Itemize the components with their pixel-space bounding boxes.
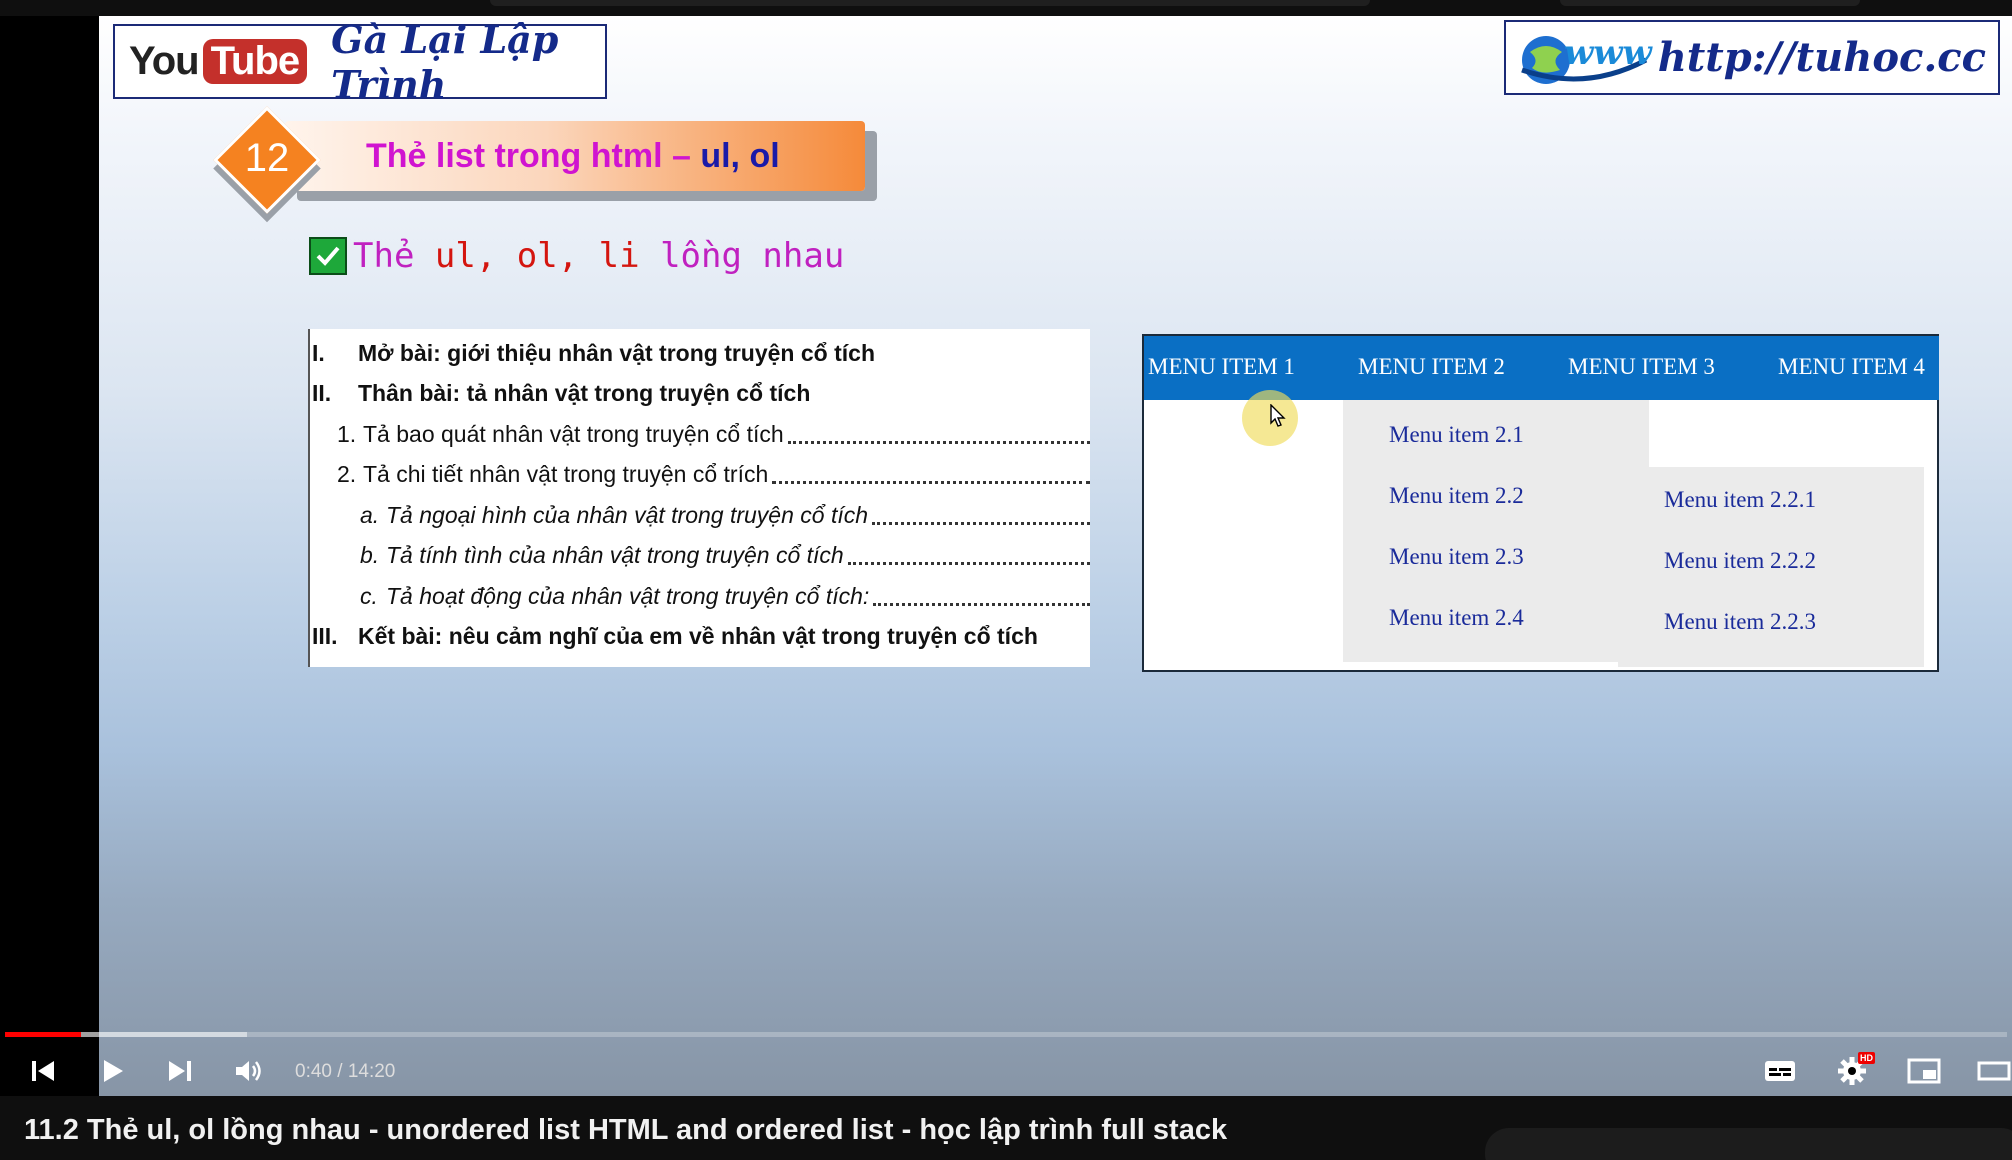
volume-icon [236,1061,261,1081]
skip-next-icon [169,1061,191,1081]
menu-item-2[interactable]: MENU ITEM 2 [1358,354,1505,380]
video-frame[interactable]: You Tube Gà Lại Lập Trình www http://tuh… [99,16,2012,1096]
submenu-2: Menu item 2.1 Menu item 2.2 Menu item 2.… [1343,400,1649,662]
dotted-leader [787,424,1090,444]
outline-row: II. Thân bài: tả nhân vật trong truyện c… [310,373,1092,413]
outline-row: b. Tả tính tình của nhân vật trong truyệ… [310,535,1092,575]
outline-num: 1. [337,420,357,447]
previous-button[interactable] [26,1054,60,1088]
outline-row: c. Tả hoạt động của nhân vật trong truyệ… [310,576,1092,616]
logo-you-text: You [129,39,200,83]
submenu-item[interactable]: Menu item 2.2.2 [1664,548,1816,574]
outline-row: III. Kết bài: nêu cảm nghĩ của em về nhâ… [310,616,1092,656]
logo-tube-text: Tube [202,39,308,84]
outline-num: III. [312,622,338,649]
outline-num: a. [360,501,380,528]
globe-www-text: www [1564,33,1654,73]
site-url: http://tuhoc.cc [1657,34,1986,81]
lesson-title: Thẻ list trong html – ul, ol [366,137,780,176]
outline-num: II. [312,379,332,406]
lesson-title-accent: ul, ol [700,137,780,175]
dotted-leader [873,586,1090,606]
outline-text: Kết bài: nêu cảm nghĩ của em về nhân vật… [358,622,1038,649]
outline-text: Tả hoạt động của nhân vật trong truyện c… [386,582,870,609]
subtitles-icon [1765,1061,1795,1081]
menu-item-1[interactable]: MENU ITEM 1 [1148,354,1295,380]
outline-text: Tả ngoại hình của nhân vật trong truyện … [386,501,869,528]
dotted-leader [772,464,1090,484]
channel-banner: You Tube Gà Lại Lập Trình [113,17,607,107]
settings-button[interactable]: HD [1835,1052,1875,1088]
play-icon [104,1060,123,1082]
miniplayer-button[interactable] [1907,1054,1941,1088]
outline-num: c. [360,582,378,609]
heading-suffix: lồng nhau [639,236,845,276]
globe-icon: www [1521,33,1654,84]
menu-item-4[interactable]: MENU ITEM 4 [1778,354,1925,380]
submenu-2-2: Menu item 2.2.1 Menu item 2.2.2 Menu ite… [1618,467,1924,667]
subtitles-button[interactable] [1763,1054,1797,1088]
top-bar [0,0,2012,16]
outline-row: a. Tả ngoại hình của nhân vật trong truy… [310,495,1092,535]
volume-button[interactable] [232,1054,266,1088]
search-bar-edge[interactable] [490,0,1370,6]
time-display: 0:40 / 14:20 [295,1061,396,1082]
submenu-item[interactable]: Menu item 2.2.3 [1664,609,1816,635]
outline-text: Tả tính tình của nhân vật trong truyện c… [386,541,844,568]
outline-text: Mở bài: giới thiệu nhân vật trong truyện… [358,339,875,366]
action-bar-edge[interactable] [1485,1128,2012,1160]
play-button[interactable] [95,1054,129,1088]
progress-bar[interactable] [5,1032,2007,1037]
submenu-item[interactable]: Menu item 2.1 [1389,422,1524,448]
heading-prefix: Thẻ [353,236,435,276]
played-progress [5,1032,82,1037]
checkmark-icon [309,237,347,275]
outline-row: 2. Tả chi tiết nhân vật trong truyện cổ … [310,454,1092,494]
miniplayer-icon [1907,1058,1941,1084]
outline-row: I. Mở bài: giới thiệu nhân vật trong tru… [310,333,1092,373]
outline-num: b. [360,541,380,568]
submenu-item[interactable]: Menu item 2.2 [1389,483,1524,509]
header-button-edge[interactable] [1560,0,1860,6]
mouse-cursor-icon [1270,404,1286,427]
section-heading-text: Thẻ ul, ol, li lồng nhau [353,236,844,276]
skip-previous-icon [32,1061,54,1081]
outline-row: 1. Tả bao quát nhân vật trong truyện cổ … [310,414,1092,454]
submenu-item[interactable]: Menu item 2.3 [1389,544,1524,570]
lesson-number: 12 [244,136,290,180]
lesson-number-badge: 12 [213,106,321,214]
section-heading: Thẻ ul, ol, li lồng nhau [309,236,844,276]
heading-code: ul, ol, li [434,236,640,276]
outline-num: 2. [337,460,357,487]
outline-text: Tả chi tiết nhân vật trong truyện cổ trí… [363,460,769,487]
outline-num: I. [312,339,325,366]
youtube-logo: You Tube [129,39,308,84]
lesson-title-main: Thẻ list trong html – [366,137,701,175]
essay-outline: I. Mở bài: giới thiệu nhân vật trong tru… [308,329,1090,667]
submenu-item[interactable]: Menu item 2.4 [1389,605,1524,631]
hd-badge: HD [1858,1052,1875,1064]
submenu-item[interactable]: Menu item 2.2.1 [1664,487,1816,513]
video-title: 11.2 Thẻ ul, ol lồng nhau - unordered li… [24,1114,1228,1146]
dotted-leader [872,505,1090,525]
menu-demo: MENU ITEM 1 MENU ITEM 2 MENU ITEM 3 MENU… [1142,334,1939,672]
menu-item-3[interactable]: MENU ITEM 3 [1568,354,1715,380]
lesson-ribbon: Thẻ list trong html – ul, ol [285,121,865,191]
channel-name: Gà Lại Lập Trình [331,16,559,107]
theater-mode-icon [1977,1061,2010,1081]
player-controls: 0:40 / 14:20 HD [0,1046,2012,1096]
video-player[interactable]: You Tube Gà Lại Lập Trình www http://tuh… [0,16,2012,1096]
outline-text: Thân bài: tả nhân vật trong truyện cổ tí… [358,379,811,406]
outline-text: Tả bao quát nhân vật trong truyện cổ tíc… [363,420,784,447]
url-banner: www http://tuhoc.cc [1504,20,2000,95]
dotted-leader [847,545,1090,565]
theater-mode-button[interactable] [1975,1054,2012,1088]
next-button[interactable] [163,1054,197,1088]
